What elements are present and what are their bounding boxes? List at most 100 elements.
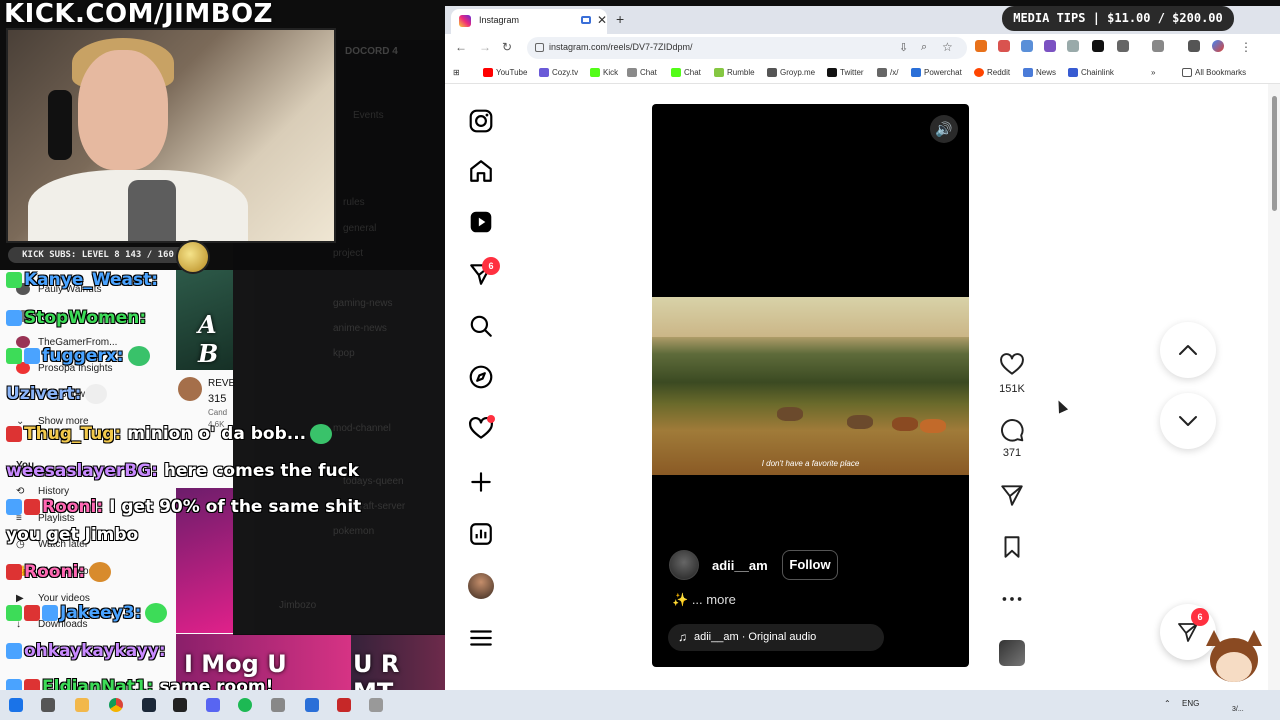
discord-icon[interactable] — [206, 698, 220, 712]
bookmark-cozy[interactable]: Cozy.tv — [539, 68, 578, 78]
steam-icon[interactable] — [142, 698, 156, 712]
bookmark-chat[interactable]: Chat — [627, 68, 657, 78]
save-bookmark-icon[interactable] — [999, 534, 1025, 560]
like-count: 151K — [999, 383, 1025, 395]
clock-date[interactable]: 3/... — [1232, 706, 1244, 713]
explore-icon[interactable] — [468, 364, 494, 390]
apps-icon[interactable]: ⊞ — [453, 68, 460, 77]
app-icon[interactable] — [271, 698, 285, 712]
reel-author-username[interactable]: adii__am — [712, 558, 768, 573]
puzzle-icon[interactable] — [1117, 40, 1129, 52]
chevron-right-icon[interactable]: » — [1151, 68, 1155, 77]
share-icon[interactable] — [999, 482, 1025, 508]
app-icon[interactable] — [337, 698, 351, 712]
follow-button[interactable]: Follow — [782, 550, 838, 580]
avatar[interactable] — [178, 377, 202, 401]
notification-badge: 6 — [482, 257, 500, 275]
news-icon — [1023, 68, 1033, 78]
language-indicator[interactable]: ENG — [1182, 699, 1199, 708]
bookmark-twitter[interactable]: Twitter — [827, 68, 864, 78]
discord-channel[interactable]: Events — [353, 110, 384, 121]
app-icon[interactable] — [369, 698, 383, 712]
search-icon[interactable] — [468, 313, 494, 339]
reel-video-frame[interactable]: I don't have a favorite place — [652, 297, 969, 475]
all-bookmarks[interactable]: All Bookmarks — [1182, 68, 1246, 78]
page-scrollbar[interactable] — [1268, 84, 1280, 690]
discord-channel[interactable]: pokemon — [333, 526, 374, 537]
tab-instagram[interactable]: Instagram ✕ — [451, 9, 607, 34]
media-icon[interactable] — [1188, 40, 1200, 52]
reel-author-avatar[interactable] — [669, 550, 699, 580]
home-icon[interactable] — [468, 158, 494, 184]
task-view-icon[interactable] — [41, 698, 55, 712]
like-heart-icon[interactable] — [999, 352, 1025, 378]
discord-user[interactable]: Jimbozo — [279, 600, 316, 611]
discord-channel[interactable]: anime-news — [333, 323, 387, 334]
volume-icon[interactable]: 🔊 — [930, 115, 958, 143]
file-explorer-icon[interactable] — [75, 698, 89, 712]
discord-channel[interactable]: gaming-news — [333, 298, 392, 309]
address-bar[interactable]: instagram.com/reels/DV7-7ZIDdpm/ ⇩ ⌕ ☆ — [527, 37, 967, 59]
discord-channel[interactable]: project — [333, 248, 363, 259]
bookmark-news[interactable]: News — [1023, 68, 1056, 78]
more-options-icon[interactable] — [999, 586, 1025, 612]
menu-hamburger-icon[interactable] — [468, 625, 494, 651]
discord-server[interactable]: DOCORD 4 — [345, 46, 398, 57]
terminal-icon[interactable] — [173, 698, 187, 712]
metamask-extension-icon[interactable] — [975, 40, 987, 52]
caption-more[interactable]: ✨ ... more — [672, 592, 736, 608]
x-extension-icon[interactable] — [1092, 40, 1104, 52]
sub-badge-icon — [6, 426, 22, 442]
reels-icon[interactable] — [468, 209, 494, 235]
discord-channel[interactable]: kpop — [333, 348, 355, 359]
new-tab-icon[interactable]: + — [616, 11, 624, 27]
bookmark-star-icon[interactable]: ☆ — [942, 40, 953, 54]
discord-channel[interactable]: rules — [343, 197, 365, 208]
bookmark-youtube[interactable]: YouTube — [483, 68, 527, 78]
zoom-icon[interactable]: ⌕ — [921, 41, 927, 54]
discord-channel[interactable]: mod-channel — [333, 423, 391, 434]
app-icon[interactable] — [305, 698, 319, 712]
forward-icon[interactable]: → — [479, 40, 491, 54]
create-plus-icon[interactable] — [468, 469, 494, 495]
cast-icon[interactable] — [581, 16, 591, 24]
bookmark-x[interactable]: /x/ — [877, 68, 898, 78]
extension-icon[interactable] — [1067, 40, 1079, 52]
install-icon[interactable]: ⇩ — [899, 41, 908, 54]
extension-icon[interactable] — [998, 40, 1010, 52]
site-info-icon[interactable] — [535, 43, 544, 52]
video-thumbnail[interactable]: U R MT — [351, 634, 445, 706]
audio-thumbnail[interactable] — [999, 640, 1025, 666]
bookmark-rumble[interactable]: Rumble — [714, 68, 755, 78]
audio-attribution[interactable]: ♫ adii__am · Original audio — [668, 624, 884, 651]
discord-channel[interactable]: general — [343, 223, 376, 234]
reel-player[interactable]: 🔊 I don't have a favorite place adii__am… — [652, 104, 969, 667]
profile-icon[interactable] — [1212, 40, 1224, 52]
comment-icon[interactable] — [999, 417, 1025, 443]
chrome-icon[interactable] — [109, 698, 123, 712]
spotify-icon[interactable] — [238, 698, 252, 712]
previous-reel-button[interactable] — [1160, 322, 1216, 378]
back-icon[interactable]: ← — [455, 40, 467, 54]
bookmark-reddit[interactable]: Reddit — [974, 68, 1010, 78]
chevron-up-icon[interactable]: ⌃ — [1164, 699, 1171, 708]
reload-icon[interactable]: ↻ — [502, 40, 512, 54]
bookmark-powerchat[interactable]: Powerchat — [911, 68, 962, 78]
sidebar-toggle-icon[interactable] — [1152, 40, 1164, 52]
menu-kebab-icon[interactable]: ⋮ — [1240, 40, 1252, 54]
close-icon[interactable]: ✕ — [597, 13, 607, 27]
extension-icon[interactable] — [1021, 40, 1033, 52]
profile-avatar[interactable] — [468, 573, 494, 599]
bookmark-kick[interactable]: Kick — [590, 68, 618, 78]
bookmark-chainlink[interactable]: Chainlink — [1068, 68, 1114, 78]
instagram-logo-icon[interactable] — [468, 108, 494, 134]
scroll-thumb[interactable] — [1272, 96, 1277, 211]
video-thumbnail[interactable]: A B — [176, 270, 233, 370]
windows-start-icon[interactable] — [9, 698, 23, 712]
groyp-icon — [767, 68, 777, 78]
bookmark-groyp[interactable]: Groyp.me — [767, 68, 815, 78]
bookmark-chat-2[interactable]: Chat — [671, 68, 701, 78]
dashboard-icon[interactable] — [468, 521, 494, 547]
next-reel-button[interactable] — [1160, 393, 1216, 449]
extension-icon[interactable] — [1044, 40, 1056, 52]
